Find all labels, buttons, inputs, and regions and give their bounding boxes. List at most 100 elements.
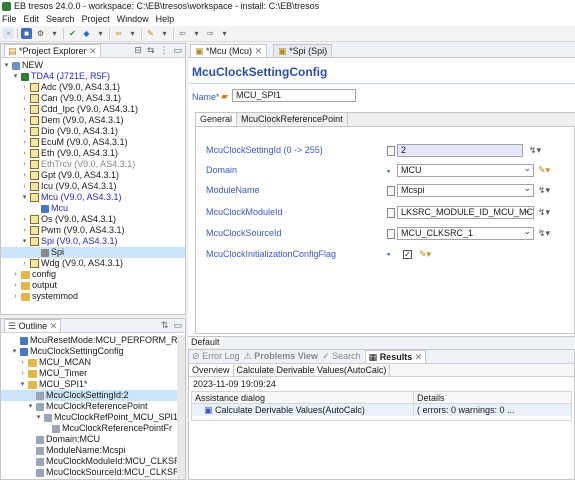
outline-item[interactable]: ▾ MCU_SPI1* [1, 379, 185, 390]
close-icon[interactable]: ✕ [415, 352, 423, 362]
wizard-icon[interactable]: ◆ [81, 28, 92, 39]
editor-tab-mcu[interactable]: ▣ *Mcu (Mcu) ✕ [190, 44, 268, 57]
tree-ecu[interactable]: ▾ TDA4 (J721E, R5F) [1, 71, 185, 82]
tree-module[interactable]: › Can (V9.0, AS4.3.1) [1, 93, 185, 104]
expand-arrow-icon[interactable]: › [12, 269, 19, 280]
tree-module[interactable]: ▾ Mcu (V9.0, AS4.3.1) [1, 192, 185, 203]
outline-item[interactable]: › MCU_MCAN [1, 357, 185, 368]
forward-icon[interactable]: ⇨ [205, 28, 216, 39]
expand-arrow-icon[interactable]: › [12, 280, 19, 291]
expand-arrow-icon[interactable]: › [12, 291, 19, 302]
expand-arrow-icon[interactable]: › [19, 368, 26, 379]
expand-arrow-icon[interactable]: › [21, 225, 28, 236]
outline-scrollbar[interactable] [177, 335, 185, 479]
tree-module[interactable]: › EthTrcv (V9.0, AS4.3.1) [1, 159, 185, 170]
expand-arrow-icon[interactable]: › [19, 357, 26, 368]
tree-module-config[interactable]: Mcu [1, 203, 185, 214]
domain-combo[interactable]: MCU [397, 164, 534, 177]
expand-arrow-icon[interactable]: › [21, 214, 28, 225]
expand-arrow-icon[interactable]: › [21, 104, 28, 115]
tree-module[interactable]: › Adc (V9.0, AS4.3.1) [1, 82, 185, 93]
menu-help[interactable]: Help [156, 12, 175, 26]
tree-module-config[interactable]: Spi [1, 247, 185, 258]
outline-item[interactable]: › MCU_Timer [1, 368, 185, 379]
collapse-all-icon[interactable]: ⊟ [134, 45, 142, 56]
minimize-icon[interactable]: ▭ [173, 45, 182, 56]
link-icon[interactable]: ∞ [113, 28, 124, 39]
calc-menu-icon[interactable]: ↯▾ [538, 207, 550, 218]
dropdown-icon[interactable]: ▾ [127, 28, 138, 39]
expand-arrow-icon[interactable]: › [21, 159, 28, 170]
clock-source-id-combo[interactable]: MCU_CLKSRC_1 [397, 227, 534, 240]
tab-problems-view[interactable]: ⚠ Problems View [244, 351, 318, 362]
outline-tab[interactable]: ☰ Outline ✕ [4, 319, 62, 332]
table-row[interactable]: ▣ Calculate Derivable Values(AutoCalc) (… [192, 404, 571, 416]
pencil-icon[interactable]: ✎ [145, 28, 156, 39]
tree-module[interactable]: › Dem (V9.0, AS4.3.1) [1, 115, 185, 126]
edit-pencil-icon[interactable]: ✎▾ [538, 165, 550, 176]
tree-module[interactable]: › Eth (V9.0, AS4.3.1) [1, 148, 185, 159]
tree-module[interactable]: › EcuM (V9.0, AS4.3.1) [1, 137, 185, 148]
tree-module[interactable]: › Os (V9.0, AS4.3.1) [1, 214, 185, 225]
tree-module[interactable]: › Pwm (V9.0, AS4.3.1) [1, 225, 185, 236]
expand-arrow-icon[interactable]: ▾ [35, 412, 42, 423]
expand-arrow-icon[interactable]: ▾ [11, 346, 18, 357]
expand-arrow-icon[interactable]: › [21, 258, 28, 269]
close-icon[interactable]: ✕ [89, 46, 97, 56]
outline-item[interactable]: McuClockModuleId:MCU_CLKSR [1, 456, 185, 467]
expand-arrow-icon[interactable]: › [21, 170, 28, 181]
tree-folder[interactable]: › systemmod [1, 291, 185, 302]
editor-tab-spi[interactable]: ▣ *Spi (Spi) [273, 44, 333, 57]
outline-item[interactable]: ▾ McuClockSettingConfig [1, 346, 185, 357]
calc-menu-icon[interactable]: ↯▾ [529, 145, 541, 156]
subtab-general[interactable]: General [196, 113, 238, 126]
dropdown-icon[interactable]: ▾ [159, 28, 170, 39]
expand-arrow-icon[interactable]: › [21, 115, 28, 126]
expand-arrow-icon[interactable]: › [21, 93, 28, 104]
sort-icon[interactable]: ⇅ [161, 320, 169, 331]
expand-arrow-icon[interactable]: › [21, 181, 28, 192]
module-name-combo[interactable]: Mcspi [397, 184, 534, 197]
expand-arrow-icon[interactable]: › [21, 126, 28, 137]
outline-item[interactable]: McuClockSettingId:2 [1, 390, 185, 401]
outline-item[interactable]: McuClockReferencePointFr [1, 423, 185, 434]
expand-arrow-icon[interactable]: ▾ [12, 71, 19, 82]
menu-search[interactable]: Search [46, 12, 75, 26]
editor-default-tab[interactable]: Default [188, 337, 223, 348]
tree-module[interactable]: ▾ Spi (V9.0, AS4.3.1) [1, 236, 185, 247]
subtab-reference-point[interactable]: McuClockReferencePoint [237, 113, 348, 126]
menu-window[interactable]: Window [117, 12, 149, 26]
outline-item[interactable]: ▾ McuClockReferencePoint [1, 401, 185, 412]
close-icon[interactable]: ✕ [50, 321, 58, 331]
tab-search[interactable]: ✓ Search [322, 351, 361, 362]
init-config-flag-checkbox[interactable]: ✓ [403, 250, 412, 259]
tree-folder[interactable]: › output [1, 280, 185, 291]
expand-arrow-icon[interactable]: › [21, 82, 28, 93]
tab-error-log[interactable]: ⊘ Error Log [192, 351, 240, 362]
dropdown-icon[interactable]: ▾ [219, 28, 230, 39]
close-icon[interactable]: ✕ [255, 46, 263, 56]
tree-folder[interactable]: › config [1, 269, 185, 280]
expand-arrow-icon[interactable]: › [21, 137, 28, 148]
settings-icon[interactable]: ⚙ [35, 28, 46, 39]
subtab-calculate[interactable]: Calculate Derivable Values(AutoCalc) [234, 364, 391, 376]
menu-file[interactable]: File [2, 12, 17, 26]
expand-arrow-icon[interactable]: ▾ [21, 192, 28, 203]
generate-icon[interactable]: ✔ [67, 28, 78, 39]
tree-root[interactable]: ▾ NEW [1, 60, 185, 71]
expand-arrow-icon[interactable]: › [21, 148, 28, 159]
outline-item[interactable]: ModuleName:Mcspi [1, 445, 185, 456]
tree-module[interactable]: › Cdd_Ipc (V9.0, AS4.3.1) [1, 104, 185, 115]
outline-item[interactable]: McuResetMode:MCU_PERFORM_RESI [1, 335, 185, 346]
view-menu-icon[interactable]: ⋮ [159, 45, 168, 56]
link-editor-icon[interactable]: ⇆ [147, 45, 155, 56]
expand-arrow-icon[interactable]: ▾ [27, 401, 34, 412]
clock-module-id-combo[interactable]: LKSRC_MODULE_ID_MCU_MCSPI1 [397, 206, 534, 219]
dropdown-icon[interactable]: ▾ [191, 28, 202, 39]
outline-item[interactable]: Domain:MCU [1, 434, 185, 445]
edit-pencil-icon[interactable]: ✎▾ [419, 249, 431, 260]
outline-item[interactable]: McuClockSourceId:MCU_CLKSR [1, 467, 185, 478]
expand-arrow-icon[interactable]: ▾ [3, 60, 10, 71]
tree-module[interactable]: › Gpt (V9.0, AS4.3.1) [1, 170, 185, 181]
tree-module[interactable]: › Wdg (V9.0, AS4.3.1) [1, 258, 185, 269]
